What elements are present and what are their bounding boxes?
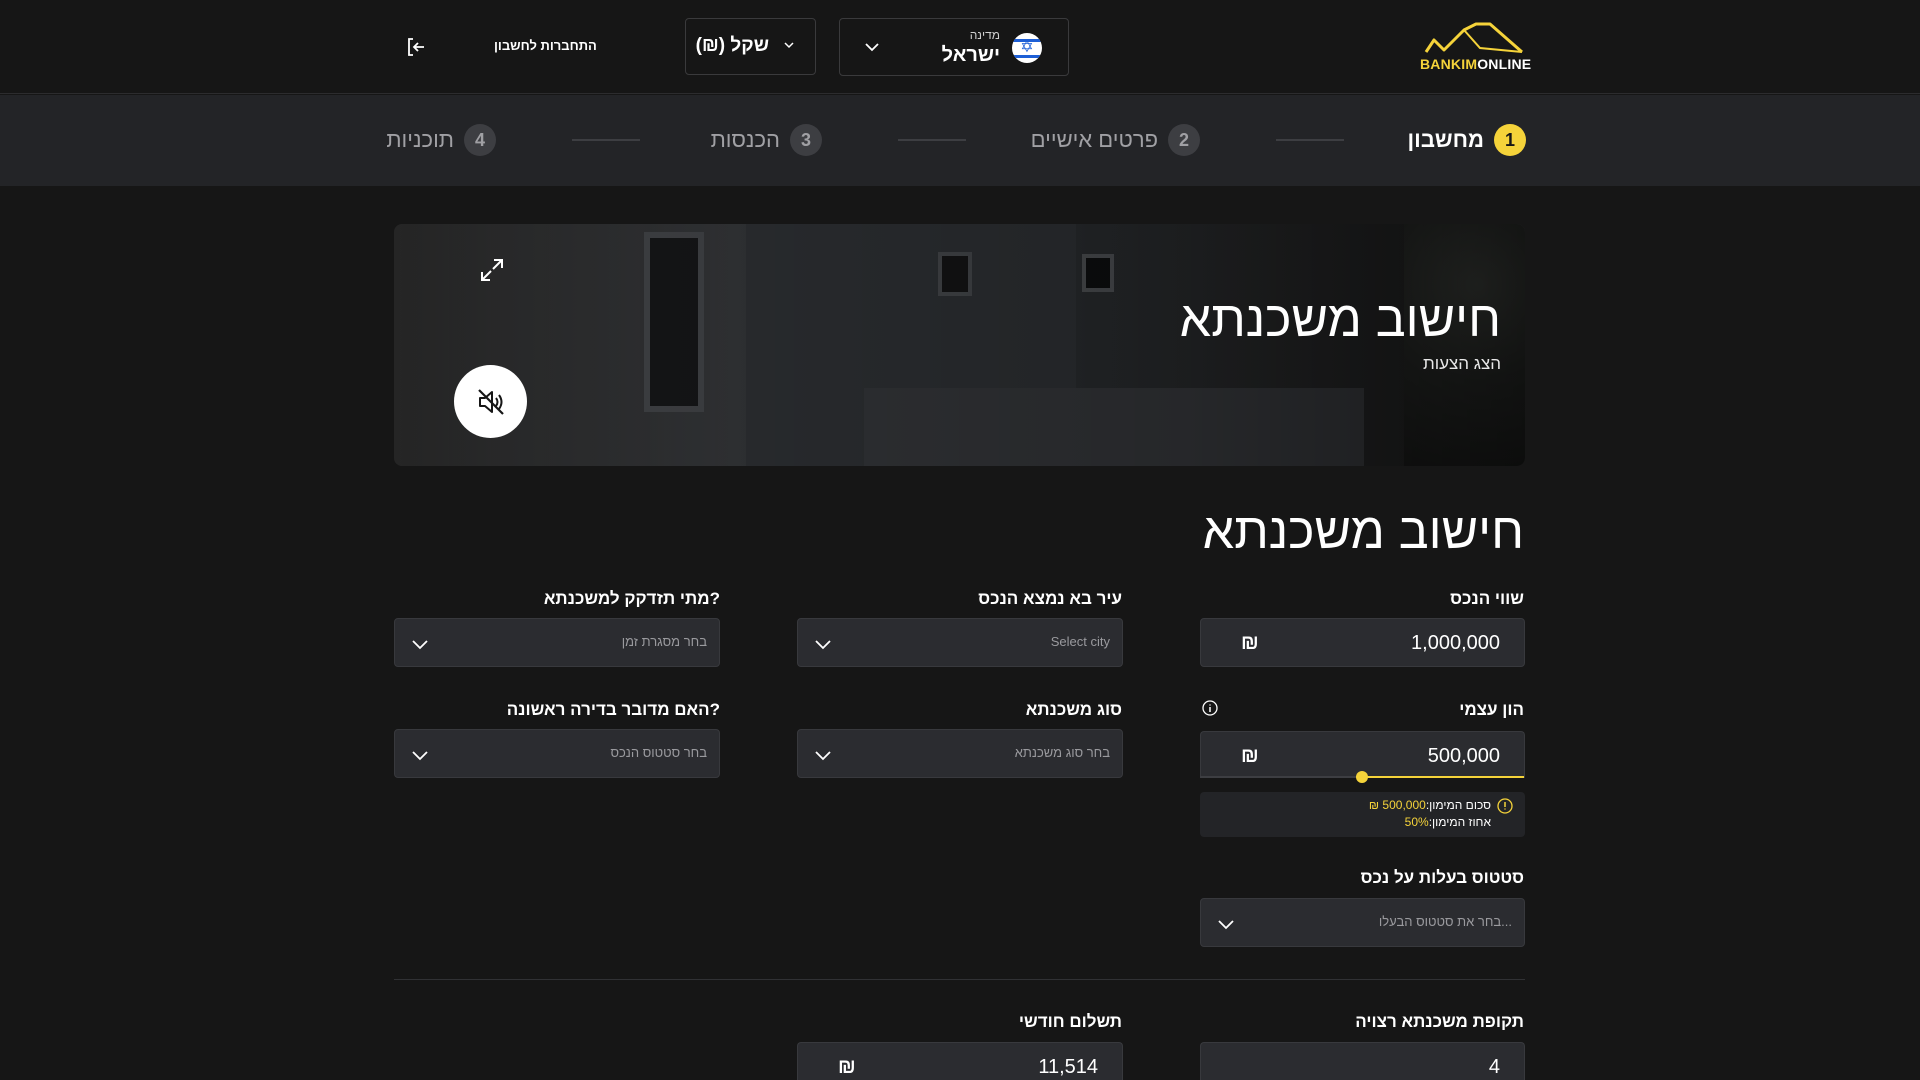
shekel-icon: ₪	[1241, 745, 1259, 767]
financing-amount-label: סכום המימון:	[1425, 798, 1491, 812]
property-value-label: שווי הנכס	[1450, 589, 1524, 608]
equity-slider-fill	[1362, 776, 1524, 778]
login-link[interactable]: התחברות לחשבון	[494, 38, 597, 53]
hero-video-banner: חישוב משכנתא הצג הצעות	[394, 224, 1525, 466]
chevron-down-icon	[814, 746, 831, 762]
step-number: 2	[1168, 124, 1200, 156]
timeframe-placeholder: בחר מסגרת זמן	[621, 634, 707, 649]
step-income[interactable]: 3 הכנסות	[711, 123, 822, 157]
financing-amount-value: 500,000 ₪	[1368, 798, 1426, 812]
login-icon[interactable]	[405, 36, 427, 58]
step-label: הכנסות	[710, 127, 780, 152]
step-number: 3	[790, 124, 822, 156]
bankim-logo[interactable]: BANKIMONLINE	[1418, 22, 1532, 74]
first-apartment-placeholder: בחר סטטוס הנכס	[610, 745, 707, 760]
first-apartment-select[interactable]: בחר סטטוס הנכס	[394, 729, 720, 778]
shekel-icon: ₪	[1241, 632, 1259, 654]
form-title: חישוב משכנתא	[1202, 503, 1524, 559]
house-roof-icon	[1424, 22, 1523, 54]
section-divider	[394, 979, 1525, 980]
property-value-input[interactable]: 1,000,000 ₪	[1200, 618, 1525, 667]
country-label: מדינה	[969, 28, 1000, 42]
equity-slider[interactable]	[1200, 771, 1524, 783]
timeframe-label: מתי תזדקק למשכנתא?	[543, 589, 720, 608]
step-personal-details[interactable]: 2 פרטים אישיים	[1031, 123, 1200, 157]
logo-text: BANKIMONLINE	[1420, 56, 1532, 72]
financing-percent-row: אחוז המימון:50%	[1405, 815, 1491, 829]
speaker-muted-icon	[477, 388, 504, 415]
city-placeholder: Select city	[1050, 634, 1110, 649]
ownership-status-placeholder: בחר את סטטוס הבעלו...	[1378, 914, 1512, 929]
financing-info-box: סכום המימון:500,000 ₪ אחוז המימון:50%	[1200, 792, 1525, 837]
equity-slider-handle[interactable]	[1356, 771, 1368, 783]
step-label: תוכניות	[386, 127, 454, 152]
israel-flag-icon: ✡	[1012, 33, 1042, 63]
step-number: 4	[464, 124, 496, 156]
step-connector	[572, 139, 640, 141]
property-value-text: 1,000,000	[1411, 632, 1500, 654]
ownership-status-select[interactable]: בחר את סטטוס הבעלו...	[1200, 898, 1525, 947]
info-icon[interactable]	[1202, 700, 1218, 716]
chevron-down-icon	[1217, 915, 1234, 931]
chevron-down-icon	[783, 39, 795, 51]
step-number: 1	[1494, 124, 1526, 156]
equity-label: הון עצמי	[1459, 700, 1524, 719]
currency-value: (₪) שקל	[695, 35, 769, 56]
step-programs[interactable]: 4 תוכניות	[386, 123, 496, 157]
currency-selector[interactable]: (₪) שקל	[685, 18, 816, 75]
timeframe-select[interactable]: בחר מסגרת זמן	[394, 618, 720, 667]
chevron-down-icon	[411, 746, 428, 762]
shekel-icon: ₪	[838, 1056, 856, 1078]
expand-icon[interactable]	[478, 256, 506, 284]
city-label: עיר בא נמצא הנכס	[978, 589, 1122, 608]
period-input[interactable]: 4	[1200, 1042, 1525, 1080]
step-calculator[interactable]: 1 מחשבון	[1408, 123, 1526, 157]
mute-button[interactable]	[454, 365, 527, 438]
monthly-payment-value-text: 11,514	[1038, 1056, 1098, 1078]
equity-value-text: 500,000	[1427, 745, 1500, 767]
progress-stepper: 1 מחשבון 2 פרטים אישיים 3 הכנסות 4 תוכני…	[0, 95, 1920, 186]
mortgage-type-label: סוג משכנתא	[1025, 700, 1122, 719]
mortgage-type-select[interactable]: בחר סוג משכנתא	[797, 729, 1123, 778]
period-value-text: 4	[1488, 1056, 1500, 1078]
chevron-down-icon	[814, 635, 831, 651]
ownership-status-label: סטטוס בעלות על נכס	[1360, 868, 1524, 887]
chevron-down-icon	[411, 635, 428, 651]
mortgage-type-placeholder: בחר סוג משכנתא	[1014, 745, 1110, 760]
monthly-payment-label: תשלום חודשי	[1018, 1012, 1122, 1031]
step-connector	[898, 139, 966, 141]
hero-title: חישוב משכנתא	[1179, 291, 1501, 347]
top-header: BANKIMONLINE ✡ מדינה ישראל (₪) שקל התחבר…	[0, 0, 1920, 94]
country-value: ישראל	[941, 44, 1000, 66]
chevron-down-icon	[864, 39, 880, 55]
monthly-payment-input[interactable]: 11,514 ₪	[797, 1042, 1123, 1080]
hero-subtitle[interactable]: הצג הצעות	[1423, 354, 1501, 374]
city-select[interactable]: Select city	[797, 618, 1123, 667]
country-selector[interactable]: ✡ מדינה ישראל	[839, 18, 1069, 76]
financing-amount-row: סכום המימון:500,000 ₪	[1369, 798, 1491, 812]
step-label: פרטים אישיים	[1030, 127, 1158, 152]
financing-percent-value: 50%	[1404, 815, 1429, 829]
first-apartment-label: האם מדובר בדירה ראשונה?	[506, 700, 720, 719]
step-label: מחשבון	[1407, 127, 1484, 152]
financing-percent-label: אחוז המימון:	[1428, 815, 1491, 829]
info-icon	[1497, 798, 1513, 814]
period-label: תקופת משכנתא רצויה	[1355, 1012, 1524, 1031]
step-connector	[1276, 139, 1344, 141]
